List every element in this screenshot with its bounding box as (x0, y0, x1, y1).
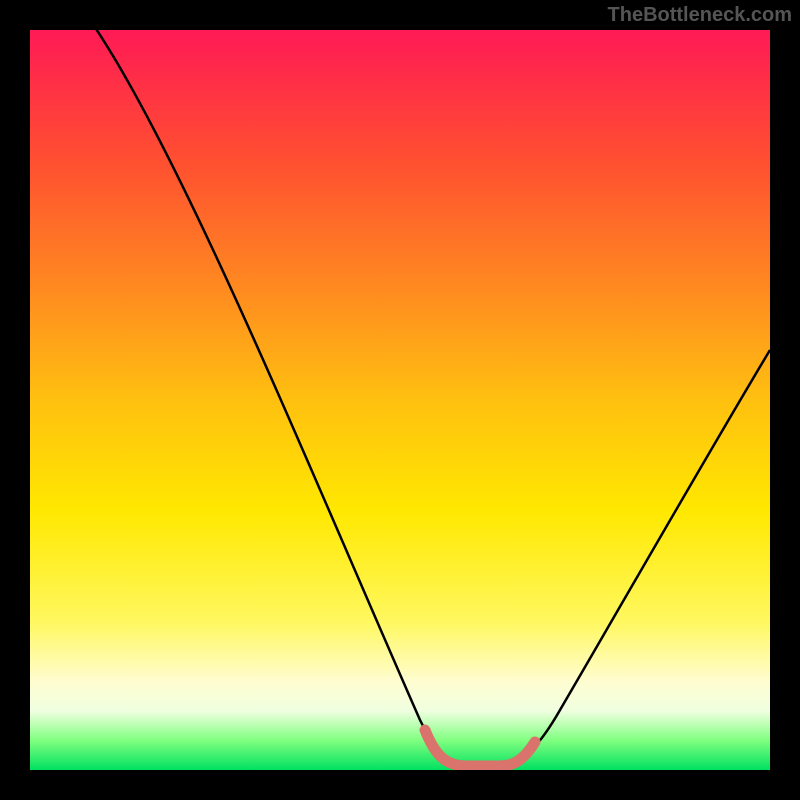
chart-container: TheBottleneck.com (0, 0, 800, 800)
plot-area (30, 30, 770, 770)
optimal-band-marker (425, 730, 535, 766)
watermark-text: TheBottleneck.com (608, 4, 792, 27)
bottleneck-curve-right (505, 350, 770, 765)
bottleneck-curve-left (90, 30, 460, 765)
curve-overlay (30, 30, 770, 770)
